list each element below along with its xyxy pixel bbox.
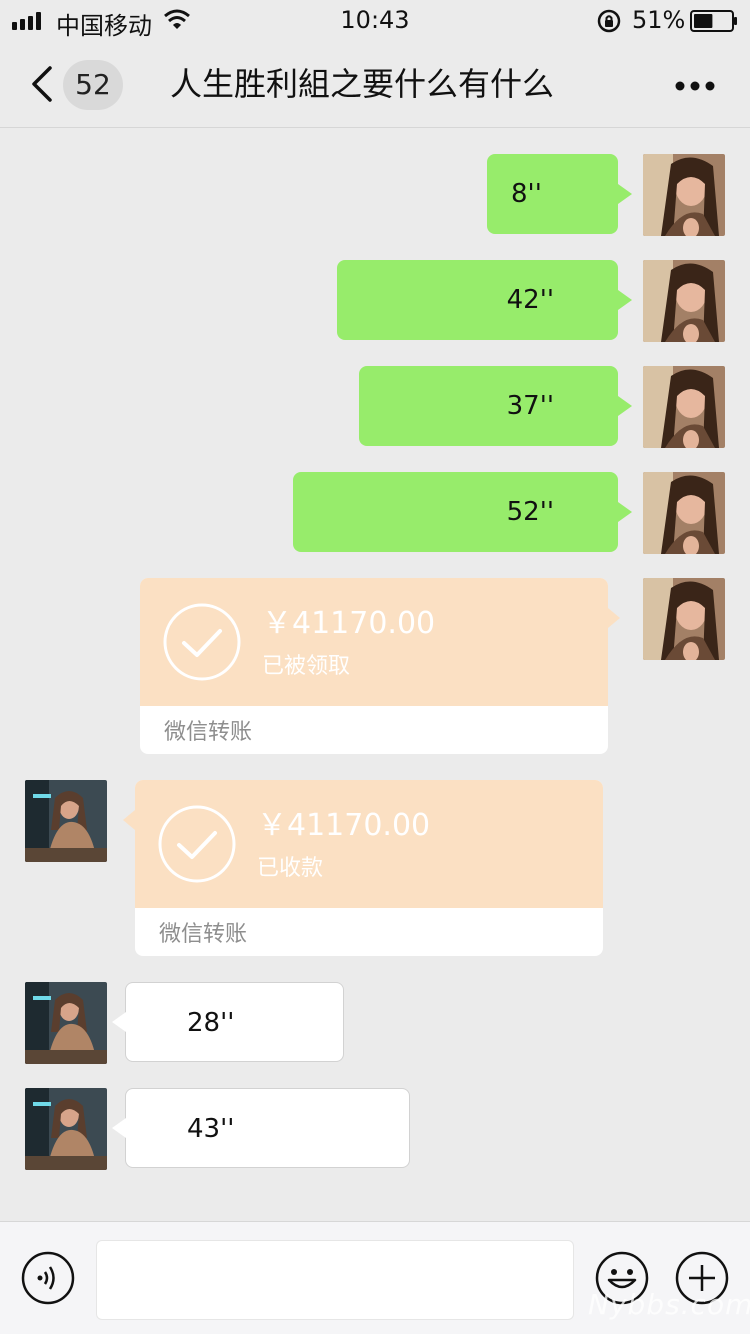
avatar[interactable] bbox=[25, 982, 107, 1064]
voice-message-bubble[interactable]: 42'' bbox=[337, 260, 618, 340]
transfer-card[interactable]: ￥41170.00 已被领取 微信转账 bbox=[140, 578, 608, 754]
voice-duration: 42'' bbox=[506, 285, 554, 315]
voice-duration: 43'' bbox=[187, 1114, 235, 1144]
rotation-lock-icon bbox=[597, 9, 621, 33]
bubble-tail bbox=[618, 502, 632, 522]
voice-message-bubble[interactable]: 28'' bbox=[125, 982, 344, 1062]
transfer-footer-label: 微信转账 bbox=[164, 720, 253, 745]
voice-duration: 28'' bbox=[187, 1008, 235, 1038]
voice-duration: 52'' bbox=[506, 497, 554, 527]
transfer-status: 已收款 bbox=[257, 856, 324, 881]
avatar[interactable] bbox=[25, 780, 107, 862]
more-dots-icon[interactable] bbox=[674, 80, 716, 92]
avatar[interactable] bbox=[643, 366, 725, 448]
transfer-card[interactable]: ￥41170.00 已收款 微信转账 bbox=[135, 780, 603, 956]
battery-percent: 51% bbox=[632, 6, 686, 34]
bubble-tail bbox=[608, 608, 620, 628]
bubble-tail bbox=[112, 1118, 126, 1138]
transfer-amount: ￥41170.00 bbox=[257, 808, 431, 843]
bubble-tail bbox=[618, 396, 632, 416]
voice-message-bubble[interactable]: 52'' bbox=[293, 472, 618, 552]
voice-duration: 37'' bbox=[506, 391, 554, 421]
avatar[interactable] bbox=[643, 154, 725, 236]
voice-duration: 8'' bbox=[511, 179, 542, 209]
chat-header: 52 人生胜利組之要什么有什么 bbox=[0, 42, 750, 128]
voice-message-bubble[interactable]: 43'' bbox=[125, 1088, 410, 1168]
chat-title: 人生胜利組之要什么有什么 bbox=[170, 65, 555, 103]
message-list[interactable]: 8'' 42'' 37'' 52'' ￥41170.00 已被领取 微信转账 ￥… bbox=[0, 129, 750, 1221]
bubble-tail bbox=[123, 810, 135, 830]
voice-message-bubble[interactable]: 8'' bbox=[487, 154, 618, 234]
bubble-tail bbox=[112, 1012, 126, 1032]
avatar[interactable] bbox=[643, 472, 725, 554]
avatar[interactable] bbox=[25, 1088, 107, 1170]
voice-icon[interactable] bbox=[20, 1250, 76, 1306]
message-input[interactable] bbox=[96, 1240, 574, 1320]
transfer-status: 已被领取 bbox=[262, 654, 351, 679]
avatar[interactable] bbox=[643, 260, 725, 342]
transfer-footer-label: 微信转账 bbox=[159, 922, 248, 947]
bubble-tail bbox=[618, 290, 632, 310]
status-bar: 中国移动 10:43 51% bbox=[0, 0, 750, 42]
check-circle-icon bbox=[163, 603, 241, 681]
transfer-amount: ￥41170.00 bbox=[262, 606, 436, 641]
voice-message-bubble[interactable]: 37'' bbox=[359, 366, 618, 446]
chevron-left-icon[interactable] bbox=[28, 64, 56, 104]
watermark: Nybbs.com bbox=[588, 1288, 750, 1321]
avatar[interactable] bbox=[643, 578, 725, 660]
battery-icon bbox=[690, 10, 737, 32]
check-circle-icon bbox=[158, 805, 236, 883]
unread-count-badge[interactable]: 52 bbox=[63, 60, 123, 110]
bubble-tail bbox=[618, 184, 632, 204]
